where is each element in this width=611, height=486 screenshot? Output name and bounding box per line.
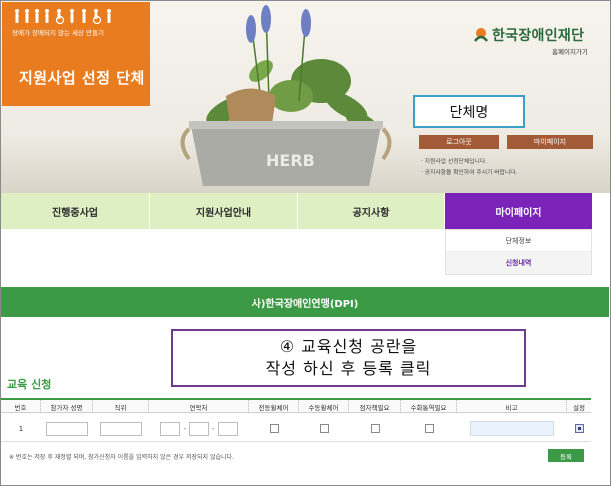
slogan-text: 장애가 장애되지 않는 세상 만들기 xyxy=(12,29,104,37)
home-link[interactable]: 홈페이지가기 xyxy=(552,46,588,56)
notice-line-1: · 지원사업 선정단체입니다. xyxy=(421,159,488,165)
position-input[interactable] xyxy=(100,421,142,436)
phone-part-3-input[interactable] xyxy=(217,421,238,436)
nav-item-support-info[interactable]: 지원사업안내 xyxy=(150,193,298,229)
table-row: 1 - - xyxy=(1,416,591,442)
pot-text: HERB xyxy=(266,151,315,170)
column-header: 전동휠체어 xyxy=(249,400,299,413)
column-header: 수화통역필요 xyxy=(401,400,457,413)
remarks-input[interactable] xyxy=(470,421,554,436)
org-box: 장애가 장애되지 않는 세상 만들기 지원사업 선정 단체 xyxy=(2,2,150,106)
header-hero: 장애가 장애되지 않는 세상 만들기 지원사업 선정 단체 HERB 한국장애인… xyxy=(1,1,610,193)
sign-language-checkbox[interactable] xyxy=(424,424,434,433)
instruction-callout: ④ 교육신청 공란을 작성 하신 후 등록 클릭 xyxy=(171,329,526,387)
manual-wheelchair-checkbox[interactable] xyxy=(319,424,329,433)
phone-separator: - xyxy=(183,424,186,433)
mypage-button[interactable]: 마이페이지 xyxy=(507,135,593,149)
braille-checkbox[interactable] xyxy=(370,424,380,433)
register-button[interactable]: 등록 xyxy=(548,449,584,462)
column-header: 비고 xyxy=(457,400,567,413)
phone-part-2-input[interactable] xyxy=(189,421,209,436)
foundation-logo-icon xyxy=(474,28,488,42)
footnote-text: ※ 번호는 저장 후 재정렬 되며, 참가신청자 이름을 입력하지 않은 경우 … xyxy=(9,454,234,461)
row-setting-button[interactable] xyxy=(574,424,584,433)
column-header: 설정 xyxy=(573,403,585,412)
column-header: 점자책필요 xyxy=(349,400,401,413)
main-nav: 진행중사업 지원사업안내 공지사항 마이페이지 xyxy=(1,193,610,229)
table-header: 번호 참가자 성명 직위 연락처 전동휠체어 수동휠체어 점자책필요 수화통역필… xyxy=(1,398,591,413)
brand-name: 한국장애인재단 xyxy=(492,28,585,44)
notice-line-2: · 공지사항을 확인하여 주시기 바랍니다. xyxy=(421,170,518,176)
callout-line-2: 작성 하신 후 등록 클릭 xyxy=(265,359,432,378)
column-header: 수동휠체어 xyxy=(299,400,349,413)
mypage-submenu: 단체정보 신청내역 xyxy=(445,229,592,275)
section-title: 교육 신청 xyxy=(7,378,52,391)
nav-spacer xyxy=(593,193,610,229)
people-icon xyxy=(15,9,111,24)
submenu-item-applications[interactable]: 신청내역 xyxy=(446,252,591,274)
org-title: 지원사업 선정 단체 xyxy=(19,69,145,87)
participant-name-input[interactable] xyxy=(46,421,88,436)
org-name-label: 단체명 xyxy=(413,95,525,128)
column-header: 연락처 xyxy=(149,400,249,413)
page: 장애가 장애되지 않는 세상 만들기 지원사업 선정 단체 HERB 한국장애인… xyxy=(0,0,611,486)
brand-logo[interactable]: 한국장애인재단 xyxy=(473,25,603,45)
project-banner: 사)한국장애인연맹(DPI) xyxy=(1,287,609,317)
nav-item-mypage[interactable]: 마이페이지 xyxy=(445,193,593,229)
power-wheelchair-checkbox[interactable] xyxy=(269,424,279,433)
row-number: 1 xyxy=(18,424,24,433)
column-header: 직위 xyxy=(93,400,149,413)
callout-line-1: ④ 교육신청 공란을 xyxy=(279,337,418,356)
logout-button[interactable]: 로그아웃 xyxy=(419,135,499,149)
submenu-item-org-info[interactable]: 단체정보 xyxy=(446,230,591,252)
nav-item-notices[interactable]: 공지사항 xyxy=(298,193,445,229)
nav-item-ongoing[interactable]: 진행중사업 xyxy=(1,193,150,229)
column-header: 참가자 성명 xyxy=(41,400,93,413)
plant-pot-image: HERB xyxy=(180,5,392,186)
column-header: 번호 xyxy=(1,400,41,413)
phone-part-1-input[interactable] xyxy=(160,421,181,436)
phone-separator: - xyxy=(212,424,215,433)
